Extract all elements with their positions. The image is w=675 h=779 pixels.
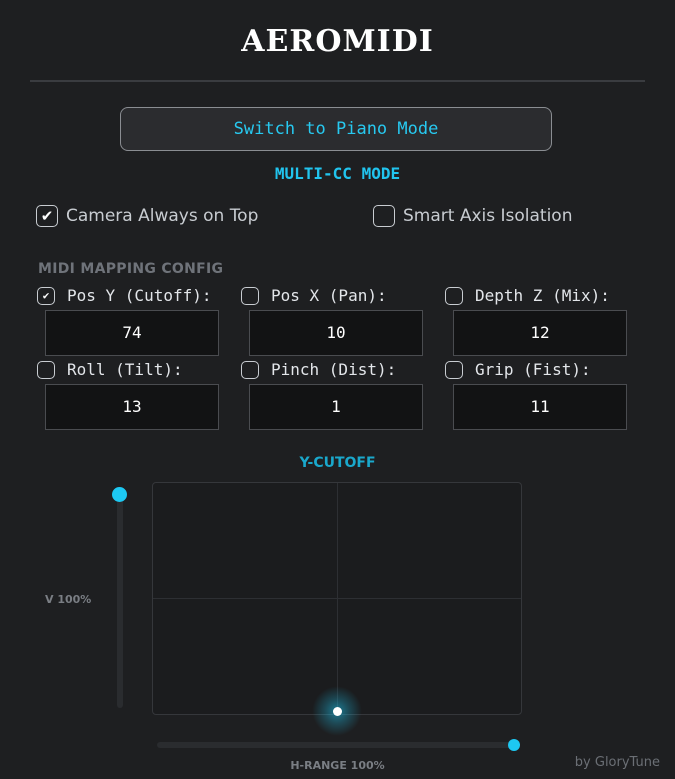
pinch-checkbox[interactable] (241, 360, 259, 379)
pos-x-label: Pos X (Pan): (271, 286, 387, 305)
camera-on-top-checkbox[interactable]: ✔ (36, 205, 58, 227)
app-title: AEROMIDI (241, 24, 434, 59)
horizontal-slider-thumb[interactable] (508, 739, 520, 751)
checkmark-icon: ✔ (40, 206, 54, 225)
roll-label: Roll (Tilt): (67, 360, 183, 379)
mapping-item-depth-z[interactable]: Depth Z (Mix): (445, 286, 610, 305)
pos-y-cc-input[interactable]: 74 (45, 310, 219, 356)
pos-y-checkbox[interactable]: ✔ (37, 286, 55, 305)
camera-on-top-label: Camera Always on Top (66, 206, 259, 226)
mapping-item-pinch[interactable]: Pinch (Dist): (241, 360, 396, 379)
grip-cc-input[interactable]: 11 (453, 384, 627, 430)
pinch-label: Pinch (Dist): (271, 360, 397, 379)
pos-x-cc-input[interactable]: 10 (249, 310, 423, 356)
pos-y-label: Pos Y (Cutoff): (67, 286, 212, 305)
xy-pad[interactable] (152, 482, 522, 715)
mode-label: MULTI-CC MODE (274, 164, 401, 183)
mapping-item-pos-y[interactable]: ✔ Pos Y (Cutoff): (37, 286, 212, 305)
grip-label: Grip (Fist): (475, 360, 591, 379)
vertical-slider-thumb[interactable] (112, 487, 127, 502)
smart-axis-checkbox[interactable] (373, 205, 395, 227)
header-divider (30, 80, 645, 82)
horizontal-slider-label: H-RANGE 100% (290, 759, 385, 772)
midi-mapping-section-label: MIDI MAPPING CONFIG (38, 261, 224, 277)
checkmark-icon: ✔ (42, 289, 50, 302)
credit-text: by GloryTune (574, 755, 660, 770)
vertical-slider-label: V 100% (45, 593, 92, 606)
pos-x-checkbox[interactable] (241, 286, 259, 305)
smart-axis-label: Smart Axis Isolation (403, 206, 573, 226)
camera-on-top-option[interactable]: ✔ Camera Always on Top (36, 205, 258, 227)
roll-cc-input[interactable]: 13 (45, 384, 219, 430)
depth-z-cc-input[interactable]: 12 (453, 310, 627, 356)
grip-checkbox[interactable] (445, 360, 463, 379)
pad-grid-horizontal (153, 598, 521, 599)
mapping-item-grip[interactable]: Grip (Fist): (445, 360, 591, 379)
pinch-cc-input[interactable]: 1 (249, 384, 423, 430)
horizontal-slider-track[interactable] (157, 742, 515, 748)
smart-axis-option[interactable]: Smart Axis Isolation (373, 205, 572, 227)
mapping-item-roll[interactable]: Roll (Tilt): (37, 360, 183, 379)
depth-z-label: Depth Z (Mix): (475, 286, 610, 305)
switch-mode-button[interactable]: Switch to Piano Mode (120, 107, 552, 151)
roll-checkbox[interactable] (37, 360, 55, 379)
pad-cursor[interactable] (333, 707, 342, 716)
mapping-item-pos-x[interactable]: Pos X (Pan): (241, 286, 387, 305)
xy-pad-title: Y-CUTOFF (299, 455, 376, 471)
depth-z-checkbox[interactable] (445, 286, 463, 305)
vertical-slider-track[interactable] (117, 494, 123, 708)
